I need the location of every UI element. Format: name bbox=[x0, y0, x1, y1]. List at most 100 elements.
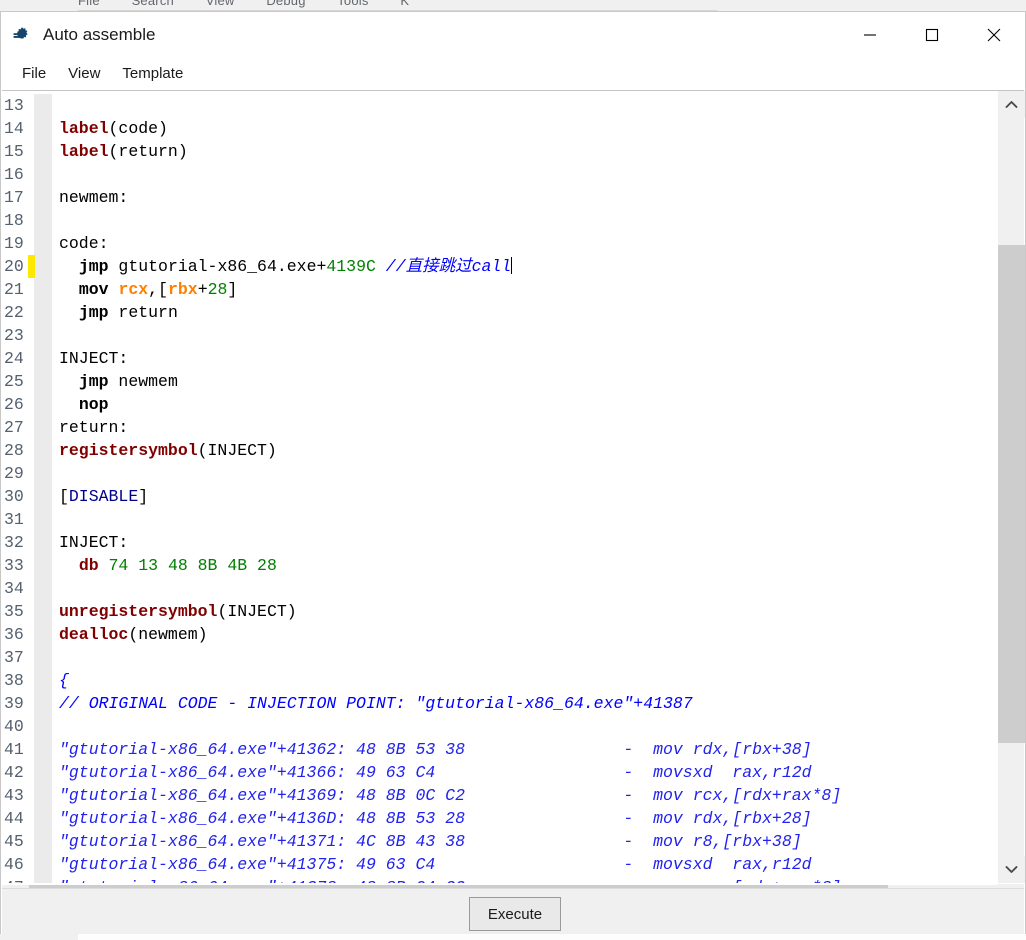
gutter-cell[interactable] bbox=[34, 853, 52, 876]
gutter-cell[interactable] bbox=[34, 94, 52, 117]
gutter-cell[interactable] bbox=[34, 140, 52, 163]
gutter-cell[interactable] bbox=[34, 715, 52, 738]
code-line[interactable]: 26 nop bbox=[2, 393, 996, 416]
gutter-cell[interactable] bbox=[34, 439, 52, 462]
code-text[interactable] bbox=[52, 94, 996, 117]
code-line[interactable]: 21 mov rcx,[rbx+28] bbox=[2, 278, 996, 301]
vertical-scrollbar[interactable] bbox=[997, 91, 1025, 883]
gutter-cell[interactable] bbox=[34, 508, 52, 531]
code-line[interactable]: 41 "gtutorial-x86_64.exe"+41362: 48 8B 5… bbox=[2, 738, 996, 761]
menu-item-file[interactable]: File bbox=[11, 61, 57, 86]
code-text[interactable]: code: bbox=[52, 232, 996, 255]
code-line[interactable]: 15 label(return) bbox=[2, 140, 996, 163]
script-editor-viewport[interactable]: 13 14 label(code) 15 label(return) 16 17 n… bbox=[2, 91, 996, 883]
code-line[interactable]: 35 unregistersymbol(INJECT) bbox=[2, 600, 996, 623]
code-text[interactable] bbox=[52, 163, 996, 186]
code-line[interactable]: 39 // ORIGINAL CODE - INJECTION POINT: "… bbox=[2, 692, 996, 715]
scroll-down-icon[interactable] bbox=[998, 856, 1025, 883]
code-text[interactable]: registersymbol(INJECT) bbox=[52, 439, 996, 462]
code-line[interactable]: 23 bbox=[2, 324, 996, 347]
code-text[interactable]: // ORIGINAL CODE - INJECTION POINT: "gtu… bbox=[52, 692, 996, 715]
code-text[interactable]: "gtutorial-x86_64.exe"+41378: 48 8B 04 C… bbox=[52, 876, 996, 883]
gutter-cell[interactable] bbox=[34, 209, 52, 232]
vertical-scrollbar-thumb[interactable] bbox=[998, 245, 1025, 743]
code-line[interactable]: 22 jmp return bbox=[2, 301, 996, 324]
scroll-up-icon[interactable] bbox=[998, 91, 1025, 118]
code-line[interactable]: 40 bbox=[2, 715, 996, 738]
gutter-cell[interactable] bbox=[34, 623, 52, 646]
code-line[interactable]: 32 INJECT: bbox=[2, 531, 996, 554]
code-text[interactable]: mov rcx,[rbx+28] bbox=[52, 278, 996, 301]
code-text[interactable]: return: bbox=[52, 416, 996, 439]
code-text[interactable]: INJECT: bbox=[52, 347, 996, 370]
gutter-cell[interactable] bbox=[34, 393, 52, 416]
gutter-cell[interactable] bbox=[34, 784, 52, 807]
minimize-button[interactable] bbox=[839, 12, 901, 57]
gutter-cell[interactable] bbox=[34, 186, 52, 209]
code-line[interactable]: 45 "gtutorial-x86_64.exe"+41371: 4C 8B 4… bbox=[2, 830, 996, 853]
code-line[interactable]: 37 bbox=[2, 646, 996, 669]
code-text[interactable] bbox=[52, 462, 996, 485]
code-text[interactable]: [DISABLE] bbox=[52, 485, 996, 508]
execute-button[interactable]: Execute bbox=[469, 897, 561, 931]
code-line[interactable]: 34 bbox=[2, 577, 996, 600]
code-line[interactable]: 33 db 74 13 48 8B 4B 28 bbox=[2, 554, 996, 577]
gutter-cell[interactable] bbox=[34, 692, 52, 715]
code-line[interactable]: 43 "gtutorial-x86_64.exe"+41369: 48 8B 0… bbox=[2, 784, 996, 807]
code-line[interactable]: 16 bbox=[2, 163, 996, 186]
code-line[interactable]: 44 "gtutorial-x86_64.exe"+4136D: 48 8B 5… bbox=[2, 807, 996, 830]
menu-item-template[interactable]: Template bbox=[111, 61, 194, 86]
gutter-cell[interactable] bbox=[34, 669, 52, 692]
menu-item-view[interactable]: View bbox=[57, 61, 111, 86]
code-text[interactable] bbox=[52, 715, 996, 738]
code-text[interactable] bbox=[52, 209, 996, 232]
code-text[interactable]: jmp newmem bbox=[52, 370, 996, 393]
gutter-cell[interactable] bbox=[34, 462, 52, 485]
code-line[interactable]: 28 registersymbol(INJECT) bbox=[2, 439, 996, 462]
code-text[interactable]: jmp return bbox=[52, 301, 996, 324]
code-text[interactable] bbox=[52, 577, 996, 600]
gutter-cell[interactable] bbox=[34, 347, 52, 370]
code-text[interactable]: "gtutorial-x86_64.exe"+41369: 48 8B 0C C… bbox=[52, 784, 996, 807]
code-line[interactable]: 18 bbox=[2, 209, 996, 232]
gutter-cell[interactable] bbox=[34, 163, 52, 186]
gutter-cell[interactable] bbox=[34, 646, 52, 669]
code-text[interactable]: db 74 13 48 8B 4B 28 bbox=[52, 554, 996, 577]
code-line[interactable]: 31 bbox=[2, 508, 996, 531]
code-text[interactable]: unregistersymbol(INJECT) bbox=[52, 600, 996, 623]
code-line[interactable]: 13 bbox=[2, 94, 996, 117]
code-text[interactable]: newmem: bbox=[52, 186, 996, 209]
code-line[interactable]: 19 code: bbox=[2, 232, 996, 255]
gutter-cell[interactable] bbox=[34, 370, 52, 393]
gutter-cell[interactable] bbox=[34, 554, 52, 577]
code-line[interactable]: 46 "gtutorial-x86_64.exe"+41375: 49 63 C… bbox=[2, 853, 996, 876]
code-text[interactable] bbox=[52, 508, 996, 531]
code-line[interactable]: 38 { bbox=[2, 669, 996, 692]
gutter-cell[interactable] bbox=[34, 600, 52, 623]
code-text[interactable]: nop bbox=[52, 393, 996, 416]
code-text[interactable] bbox=[52, 646, 996, 669]
gutter-cell[interactable] bbox=[34, 830, 52, 853]
code-line[interactable]: 14 label(code) bbox=[2, 117, 996, 140]
code-text[interactable]: INJECT: bbox=[52, 531, 996, 554]
code-line[interactable]: 25 jmp newmem bbox=[2, 370, 996, 393]
gutter-cell[interactable] bbox=[34, 531, 52, 554]
gutter-cell[interactable] bbox=[34, 324, 52, 347]
gutter-cell[interactable] bbox=[34, 761, 52, 784]
code-text[interactable]: "gtutorial-x86_64.exe"+4136D: 48 8B 53 2… bbox=[52, 807, 996, 830]
code-text[interactable]: dealloc(newmem) bbox=[52, 623, 996, 646]
gutter-cell[interactable] bbox=[34, 301, 52, 324]
gutter-cell[interactable] bbox=[34, 117, 52, 140]
code-line[interactable]: 24 INJECT: bbox=[2, 347, 996, 370]
code-line[interactable]: 30 [DISABLE] bbox=[2, 485, 996, 508]
code-line[interactable]: 42 "gtutorial-x86_64.exe"+41366: 49 63 C… bbox=[2, 761, 996, 784]
close-button[interactable] bbox=[963, 12, 1025, 57]
code-line[interactable]: 17 newmem: bbox=[2, 186, 996, 209]
code-line[interactable]: 29 bbox=[2, 462, 996, 485]
code-line[interactable]: 20 jmp gtutorial-x86_64.exe+4139C //直接跳过… bbox=[2, 255, 996, 278]
code-line[interactable]: 47 "gtutorial-x86_64.exe"+41378: 48 8B 0… bbox=[2, 876, 996, 883]
code-text[interactable]: "gtutorial-x86_64.exe"+41375: 49 63 C4 -… bbox=[52, 853, 996, 876]
gutter-cell[interactable] bbox=[34, 416, 52, 439]
code-text[interactable]: label(return) bbox=[52, 140, 996, 163]
code-text[interactable] bbox=[52, 324, 996, 347]
